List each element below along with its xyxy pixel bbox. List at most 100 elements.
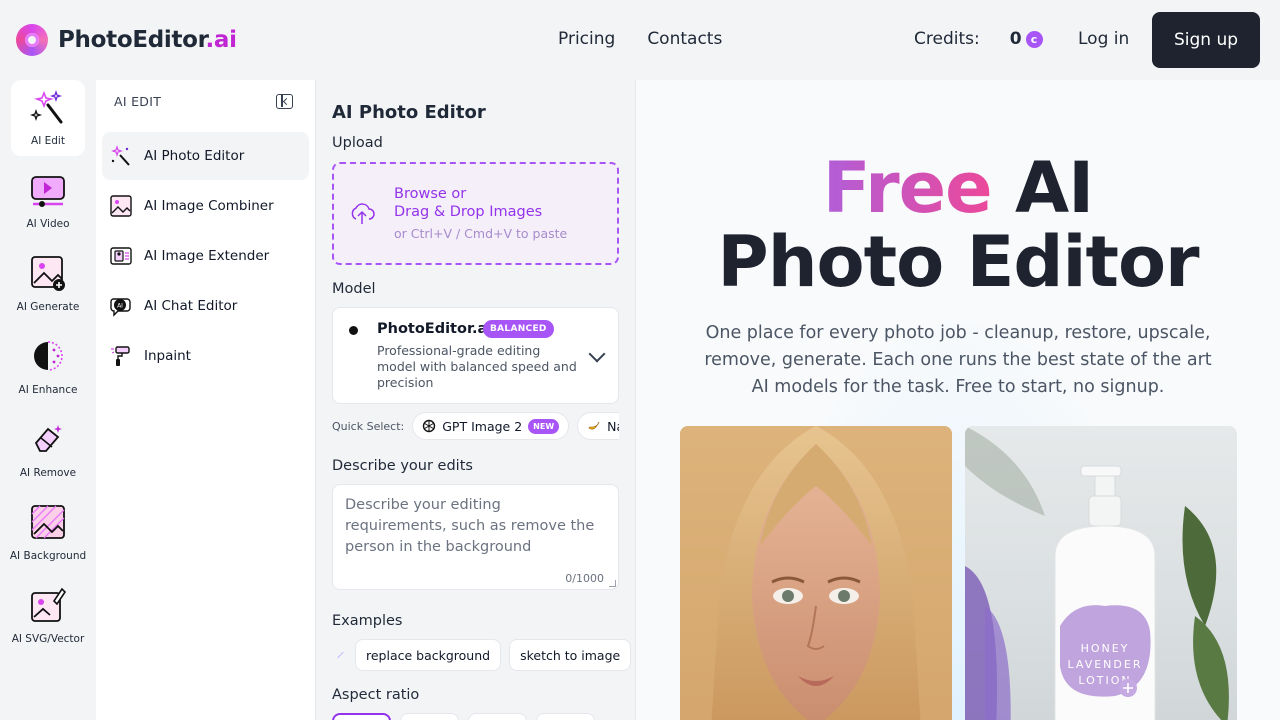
quick-chip-gpt-image-2[interactable]: GPT Image 2 NEW: [412, 412, 570, 440]
chat-ai-icon: AI: [110, 298, 131, 317]
chevron-left-icon[interactable]: [337, 651, 344, 659]
model-badge: BALANCED: [483, 320, 554, 338]
submenu-item-label: AI Image Combiner: [144, 198, 274, 214]
upload-cloud-icon: [351, 203, 375, 224]
signup-button[interactable]: Sign up: [1152, 12, 1260, 68]
hero-title-line1: Free AI: [822, 147, 1094, 229]
describe-edits-textarea[interactable]: Describe your editing requirements, such…: [332, 484, 619, 590]
aspect-option[interactable]: [536, 713, 595, 720]
example-chip[interactable]: replace background: [355, 639, 502, 671]
submenu-item-label: AI Image Extender: [144, 248, 270, 264]
rail-item-ai-remove[interactable]: AI Remove: [11, 412, 85, 488]
submenu-item-label: Inpaint: [144, 348, 191, 364]
editor-form-panel: AI Photo Editor Upload Browse or Drag & …: [316, 80, 645, 720]
quick-select-label: Quick Select:: [332, 419, 405, 433]
submenu-panel: AI EDIT AI Photo Editor AI Image Combine…: [96, 80, 316, 720]
submenu-item-ai-photo-editor[interactable]: AI Photo Editor: [102, 132, 309, 180]
credits-label: Credits:: [914, 29, 980, 49]
login-button[interactable]: Log in: [1078, 29, 1129, 49]
top-navbar: PhotoEditor.ai Pricing Contacts Credits:…: [0, 0, 1280, 80]
rail-label: AI Video: [26, 218, 70, 230]
resize-handle-icon[interactable]: [609, 580, 616, 587]
brand-name: PhotoEditor.ai: [58, 27, 237, 53]
example-chip[interactable]: sketch to image: [509, 639, 632, 671]
rail-label: AI Generate: [16, 301, 80, 313]
lotion-illustration: HONEY LAVENDER LOTION: [965, 426, 1229, 720]
example-portrait-image: [680, 426, 952, 720]
rail-label: AI Remove: [19, 467, 77, 479]
svg-text:LAVENDER: LAVENDER: [1068, 658, 1143, 671]
submenu-item-ai-chat-editor[interactable]: AI AI Chat Editor: [102, 282, 309, 330]
submenu-heading: AI EDIT: [114, 94, 162, 109]
coin-icon: c: [1025, 30, 1043, 48]
quick-chip-nano[interactable]: Nano: [577, 412, 619, 440]
rail-label: AI Edit: [31, 135, 65, 147]
hero-subtitle: One place for every photo job - cleanup,…: [704, 323, 1212, 397]
rail-label: AI Background: [9, 550, 87, 562]
submenu-item-ai-image-combiner[interactable]: AI Image Combiner: [102, 182, 309, 230]
upload-dropzone[interactable]: Browse or Drag & Drop Images or Ctrl+V /…: [332, 162, 619, 265]
describe-placeholder: Describe your editing requirements, such…: [345, 497, 595, 555]
quick-chip-label: GPT Image 2: [442, 418, 523, 434]
upload-browse-text: Browse or: [394, 186, 467, 202]
model-selector[interactable]: PhotoEditor.ai BALANCED Professional-gra…: [332, 307, 619, 404]
nav-contacts-link[interactable]: Contacts: [647, 29, 722, 49]
tool-rail: AI Edit AI Video AI Generate AI Enhance: [0, 80, 96, 720]
upload-paste-hint: or Ctrl+V / Cmd+V to paste: [394, 226, 568, 241]
quick-chip-label: Nano: [607, 418, 619, 434]
upload-drag-text: Drag & Drop Images: [394, 204, 543, 220]
enhance-icon: [34, 341, 63, 371]
rail-label: AI Enhance: [18, 384, 78, 396]
magic-wand-icon: [30, 89, 63, 124]
brand-logo[interactable]: PhotoEditor.ai: [16, 24, 237, 56]
sparkle-wand-icon: [111, 145, 130, 166]
collapse-sidebar-icon[interactable]: [276, 94, 293, 109]
svg-text:HONEY: HONEY: [1081, 642, 1130, 655]
eraser-icon: [34, 425, 62, 452]
background-icon: [31, 505, 65, 539]
model-logo-icon: [349, 326, 358, 335]
credits-indicator: Credits: 0c: [914, 29, 1043, 49]
rail-item-ai-background[interactable]: AI Background: [9, 495, 87, 571]
submenu-item-ai-image-extender[interactable]: AI Image Extender: [102, 232, 309, 280]
aspect-ratio-options: [332, 713, 595, 720]
video-icon: [31, 176, 65, 207]
form-title: AI Photo Editor: [332, 102, 486, 123]
aspect-ratio-label: Aspect ratio: [332, 687, 420, 703]
upload-label: Upload: [332, 135, 383, 151]
image-combiner-icon: [110, 195, 132, 217]
nav-pricing-link[interactable]: Pricing: [558, 29, 615, 49]
chevron-down-icon: [588, 345, 606, 363]
rail-item-ai-svg-vector[interactable]: AI SVG/Vector: [11, 578, 85, 654]
paint-roller-icon: [111, 346, 130, 366]
aspect-option[interactable]: [400, 713, 459, 720]
rail-label: AI SVG/Vector: [11, 633, 85, 645]
hero-title-line2: Photo Editor: [717, 221, 1199, 303]
examples-carousel: replace background sketch to image: [332, 639, 645, 671]
new-badge: NEW: [528, 418, 560, 434]
logo-mark-icon: [16, 24, 48, 56]
model-description: Professional-grade editing model with ba…: [377, 343, 577, 390]
model-name: PhotoEditor.ai: [377, 321, 493, 337]
submenu-item-label: AI Chat Editor: [144, 298, 238, 314]
image-generate-icon: [31, 256, 65, 291]
character-counter: 0/1000: [565, 572, 604, 585]
hero-section: Free AI Photo Editor One place for every…: [636, 80, 1280, 720]
examples-label: Examples: [332, 613, 403, 629]
vector-icon: [31, 587, 66, 622]
aspect-option[interactable]: [468, 713, 527, 720]
portrait-illustration: [680, 426, 952, 720]
rail-item-ai-edit[interactable]: AI Edit: [11, 80, 85, 156]
aspect-option[interactable]: [332, 713, 391, 720]
openai-icon: [423, 419, 436, 433]
credits-value: 0c: [1010, 29, 1043, 49]
submenu-item-inpaint[interactable]: Inpaint: [102, 332, 309, 380]
example-lotion-image: HONEY LAVENDER LOTION: [965, 426, 1237, 720]
rail-item-ai-video[interactable]: AI Video: [11, 163, 85, 239]
svg-text:AI: AI: [117, 303, 123, 310]
rail-item-ai-enhance[interactable]: AI Enhance: [11, 329, 85, 405]
quick-select-row: Quick Select: GPT Image 2 NEW Nano: [332, 411, 619, 441]
describe-label: Describe your edits: [332, 458, 473, 474]
nav-links: Pricing Contacts: [558, 29, 722, 49]
rail-item-ai-generate[interactable]: AI Generate: [11, 246, 85, 322]
